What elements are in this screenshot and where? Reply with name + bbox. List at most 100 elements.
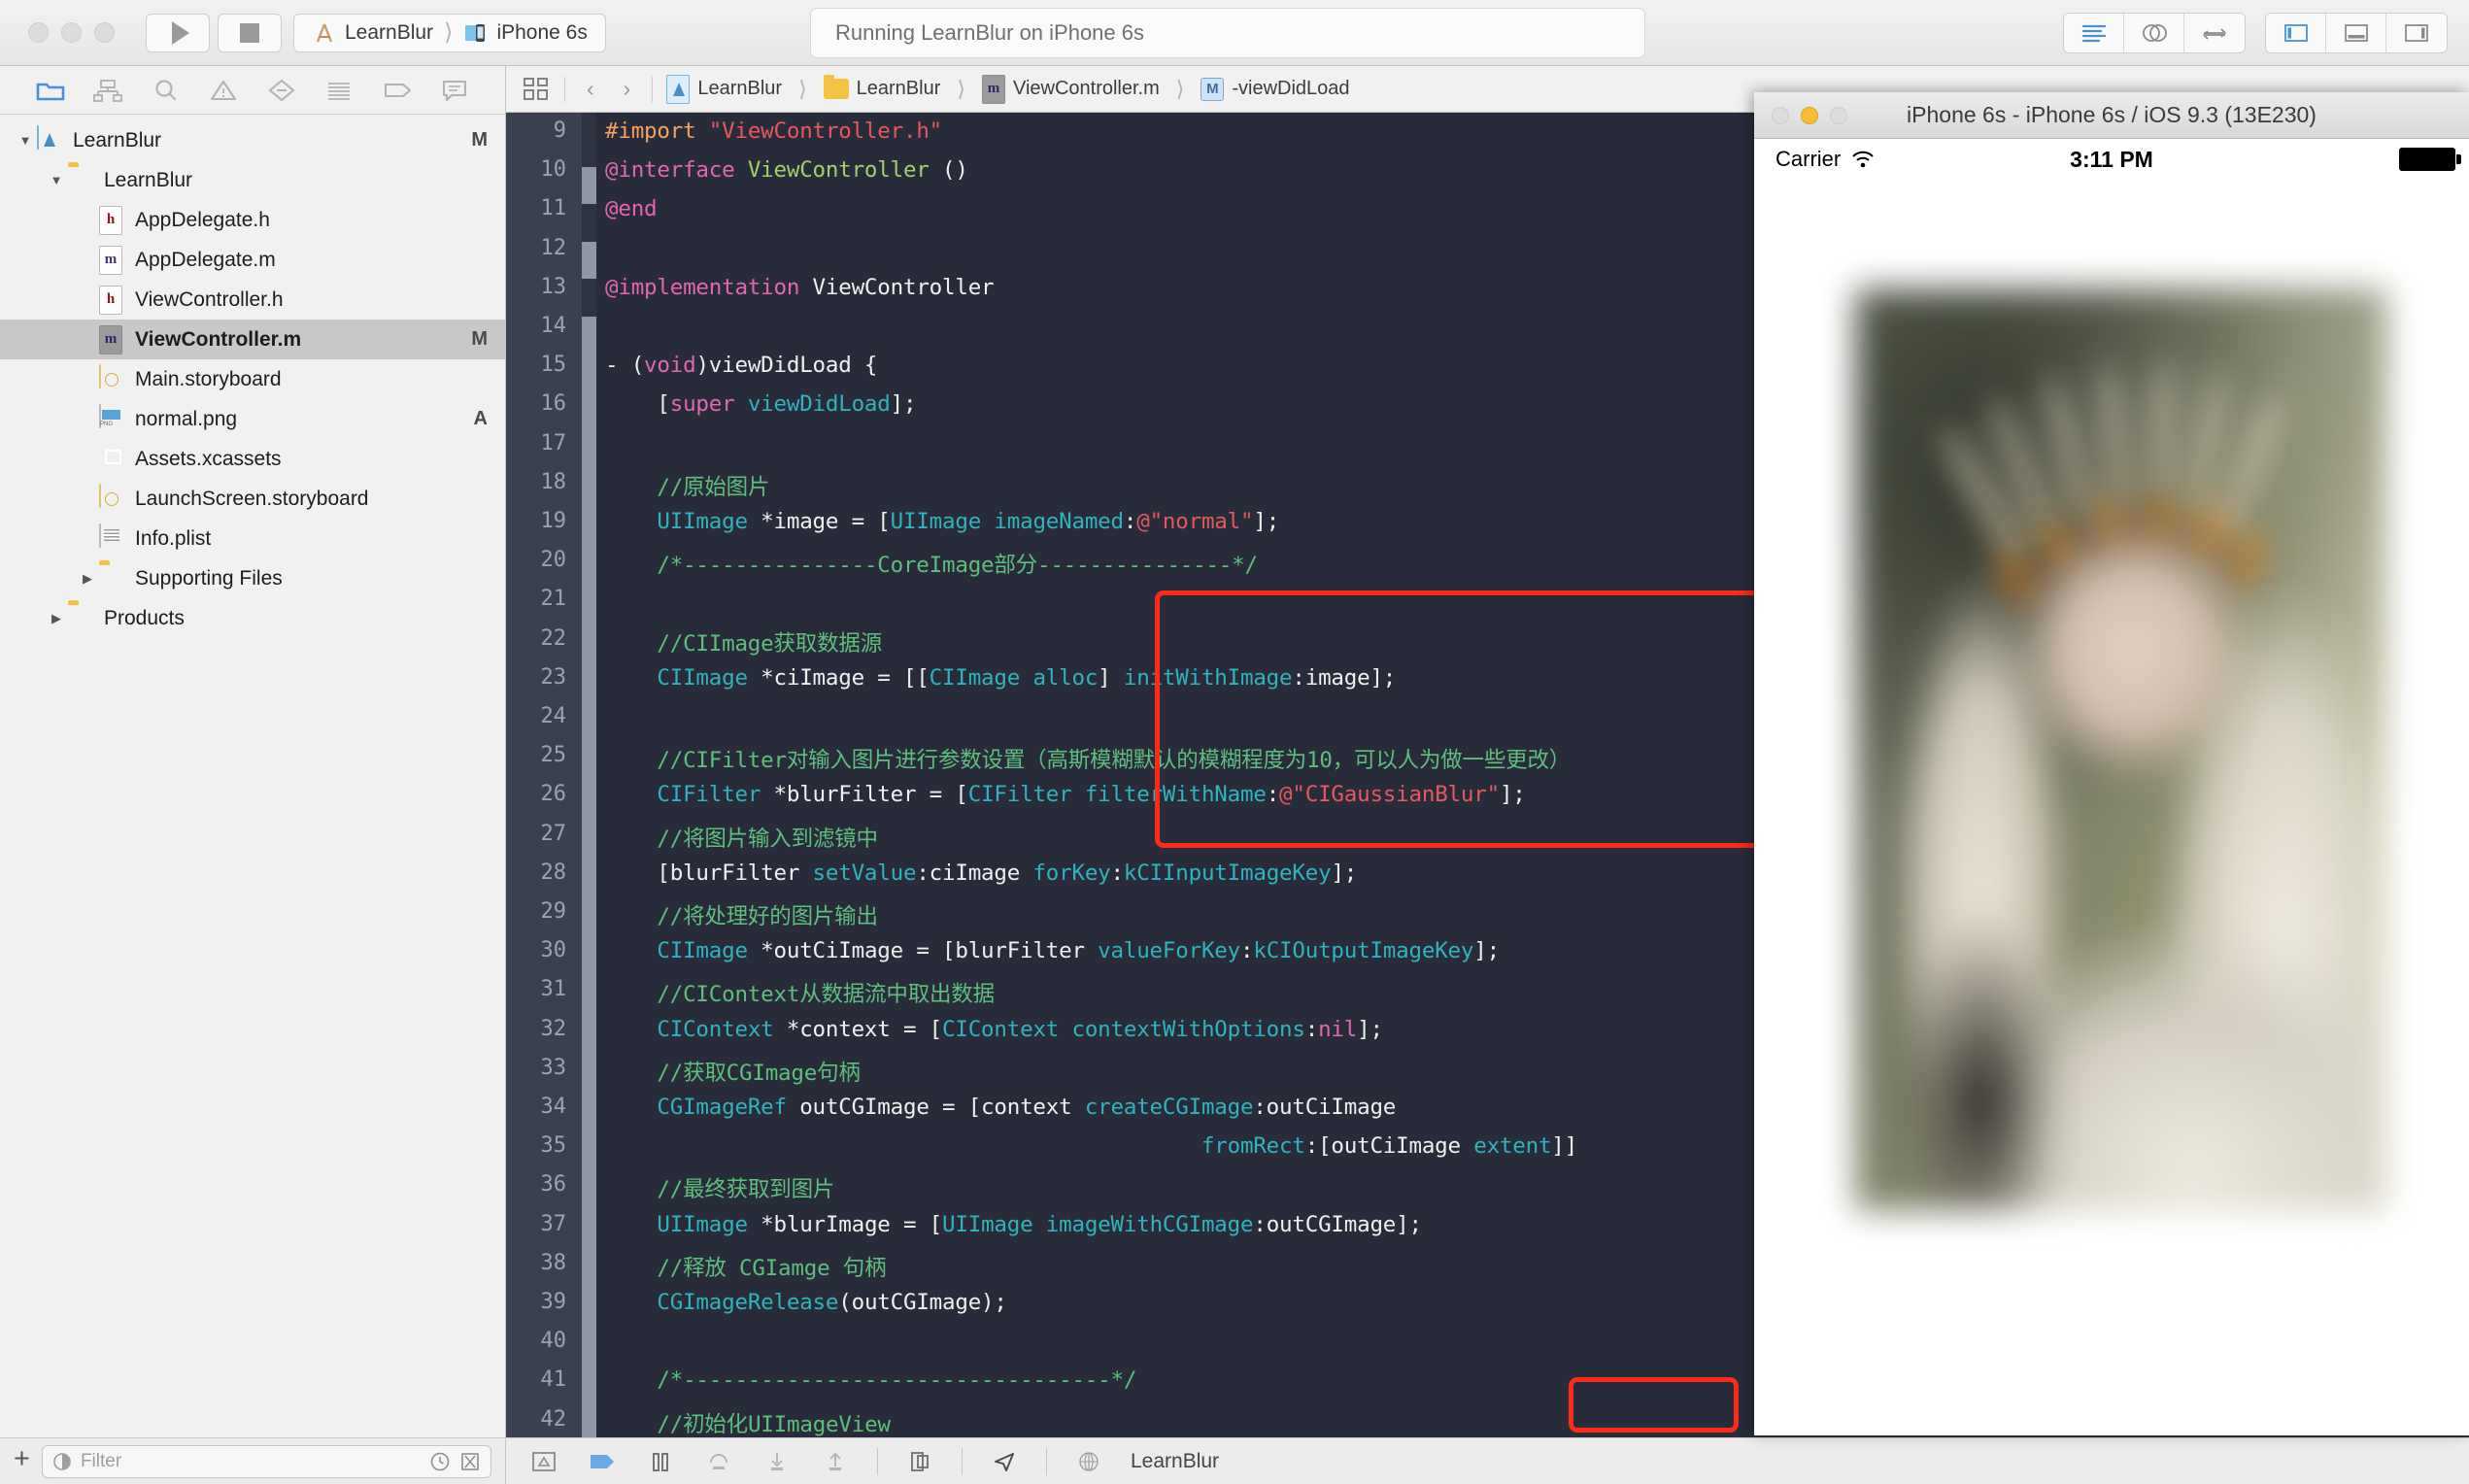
code-token: [blurFilter xyxy=(605,860,813,886)
scheme-selector[interactable]: LearnBlur ⟩ iPhone 6s xyxy=(293,14,606,52)
code-line[interactable]: CIFilter *blurFilter = [CIFilter filterW… xyxy=(605,782,1526,807)
line-number: 24 xyxy=(506,704,566,728)
sidebar-tab-symbol-navigator[interactable] xyxy=(88,74,127,107)
sidebar-tab-debug-navigator[interactable] xyxy=(320,74,358,107)
breadcrumb-item-group[interactable]: LearnBlur xyxy=(824,78,941,100)
code-line[interactable]: CIImage *outCiImage = [blurFilter valueF… xyxy=(605,938,1500,963)
sidebar-tab-report-navigator[interactable] xyxy=(435,74,474,107)
code-line[interactable]: //原始图片 xyxy=(605,470,769,501)
minimize-button[interactable] xyxy=(61,22,82,43)
tree-row[interactable]: Main.storyboard xyxy=(0,359,505,399)
sidebar-tab-issue-navigator[interactable] xyxy=(204,74,243,107)
standard-editor-button[interactable] xyxy=(2064,14,2124,52)
disclosure-triangle-icon[interactable]: ▶ xyxy=(45,611,68,626)
step-over-breakpoint-icon[interactable] xyxy=(586,1446,619,1477)
code-line[interactable]: //将处理好的图片输出 xyxy=(605,899,878,930)
project-file-tree[interactable]: ▼LearnBlurM▼LearnBlurhAppDelegate.hmAppD… xyxy=(0,115,505,1437)
code-line[interactable]: //CIImage获取数据源 xyxy=(605,626,882,658)
tree-row[interactable]: Assets.xcassets xyxy=(0,439,505,479)
toggle-utilities-button[interactable] xyxy=(2386,14,2447,52)
location-simulate-icon[interactable] xyxy=(988,1446,1021,1477)
tree-row[interactable]: ▶Products xyxy=(0,598,505,638)
code-line[interactable]: /*---------------------------------*/ xyxy=(605,1367,1136,1393)
breadcrumb-item-method[interactable]: M -viewDidLoad xyxy=(1201,78,1349,101)
code-token: : xyxy=(1111,860,1124,886)
line-number: 12 xyxy=(506,236,566,260)
stop-button[interactable] xyxy=(218,14,282,52)
related-files-icon[interactable] xyxy=(522,76,551,103)
source-control-icon[interactable] xyxy=(459,1451,481,1472)
code-line[interactable]: //将图片输入到滤镜中 xyxy=(605,822,878,853)
step-into-icon[interactable] xyxy=(761,1446,794,1477)
step-over-icon[interactable] xyxy=(702,1446,735,1477)
disclosure-triangle-icon[interactable]: ▼ xyxy=(14,133,37,148)
disclosure-triangle-icon[interactable]: ▶ xyxy=(76,571,99,587)
code-token: )viewDidLoad { xyxy=(695,353,877,378)
add-file-button[interactable]: + xyxy=(14,1445,30,1478)
simulator-screen[interactable] xyxy=(1754,180,2469,1435)
tree-row[interactable]: ▼LearnBlurM xyxy=(0,120,505,160)
sidebar-tab-test-navigator[interactable] xyxy=(262,74,301,107)
tree-row[interactable]: Info.plist xyxy=(0,519,505,558)
code-line[interactable]: //获取CGImage句柄 xyxy=(605,1056,861,1087)
filter-field[interactable]: Filter xyxy=(42,1445,491,1478)
breadcrumb-item-project[interactable]: LearnBlur xyxy=(666,75,782,104)
toggle-navigator-button[interactable] xyxy=(2266,14,2326,52)
sidebar-tab-project-navigator[interactable] xyxy=(31,74,70,107)
code-line[interactable]: //初始化UIImageView xyxy=(605,1407,891,1437)
code-token: #import xyxy=(605,118,709,144)
breadcrumb-chevron-3-icon: ⟩ xyxy=(1176,77,1185,102)
code-line[interactable]: //CIContext从数据流中取出数据 xyxy=(605,977,995,1008)
code-line[interactable]: - (void)viewDidLoad { xyxy=(605,353,877,378)
tree-item-label: ViewController.m xyxy=(135,328,301,352)
tree-item-label: LearnBlur xyxy=(104,169,192,192)
sidebar-tab-breakpoint-navigator[interactable] xyxy=(378,74,417,107)
navigate-forward-button[interactable]: › xyxy=(616,76,639,102)
code-line[interactable]: //CIFilter对输入图片进行参数设置（高斯模糊默认的模糊程度为10，可以人… xyxy=(605,743,1571,774)
toggle-debug-area-button[interactable] xyxy=(2326,14,2386,52)
tree-row[interactable]: ▶Supporting Files xyxy=(0,558,505,598)
code-line[interactable]: #import "ViewController.h" xyxy=(605,118,942,144)
zoom-button[interactable] xyxy=(94,22,115,43)
tree-row[interactable]: LaunchScreen.storyboard xyxy=(0,479,505,519)
tree-row[interactable]: mAppDelegate.m xyxy=(0,240,505,280)
code-line[interactable]: //释放 CGIamge 句柄 xyxy=(605,1251,886,1282)
code-line[interactable]: [blurFilter setValue:ciImage forKey:kCII… xyxy=(605,860,1357,886)
tree-row[interactable]: hViewController.h xyxy=(0,280,505,320)
stop-icon xyxy=(240,23,259,43)
recent-clock-icon[interactable] xyxy=(429,1451,451,1472)
run-button[interactable] xyxy=(146,14,210,52)
code-token: ]; xyxy=(1500,782,1526,807)
code-line[interactable]: @interface ViewController () xyxy=(605,157,968,183)
tree-row[interactable]: mViewController.mM xyxy=(0,320,505,359)
code-line[interactable]: //最终获取到图片 xyxy=(605,1172,834,1203)
view-hierarchy-icon[interactable] xyxy=(903,1446,936,1477)
code-line[interactable]: CGImageRef outCGImage = [context createC… xyxy=(605,1095,1396,1120)
tree-row[interactable]: hAppDelegate.h xyxy=(0,200,505,240)
navigate-back-button[interactable]: ‹ xyxy=(579,76,602,102)
disclosure-triangle-icon[interactable]: ▼ xyxy=(45,173,68,187)
debug-bar: LearnBlur xyxy=(506,1437,2469,1484)
impl-file-icon: m xyxy=(99,325,124,354)
step-out-icon[interactable] xyxy=(819,1446,852,1477)
tree-row[interactable]: normal.pngA xyxy=(0,399,505,439)
code-line[interactable]: CIImage *ciImage = [[CIImage alloc] init… xyxy=(605,665,1396,691)
code-line[interactable]: [super viewDidLoad]; xyxy=(605,391,916,417)
pause-icon[interactable] xyxy=(644,1446,677,1477)
close-button[interactable] xyxy=(28,22,49,43)
show-debug-area-icon[interactable] xyxy=(527,1446,560,1477)
code-line[interactable]: /*---------------CoreImage部分------------… xyxy=(605,548,1258,579)
code-line[interactable]: CIContext *context = [CIContext contextW… xyxy=(605,1017,1383,1042)
code-line[interactable]: UIImage *image = [UIImage imageNamed:@"n… xyxy=(605,509,1279,534)
simulator-scrollbar[interactable] xyxy=(2460,180,2469,1435)
code-line[interactable]: CGImageRelease(outCGImage); xyxy=(605,1290,1007,1315)
breadcrumb-item-file[interactable]: m ViewController.m xyxy=(982,75,1160,104)
code-line[interactable]: UIImage *blurImage = [UIImage imageWithC… xyxy=(605,1212,1422,1237)
tree-row[interactable]: ▼ LearnBlur xyxy=(0,160,505,200)
sidebar-tab-find-navigator[interactable] xyxy=(147,74,186,107)
code-line[interactable]: fromRect:[outCiImage extent]] xyxy=(605,1133,1577,1159)
assistant-editor-button[interactable] xyxy=(2124,14,2184,52)
code-line[interactable]: @end xyxy=(605,196,657,221)
version-editor-button[interactable] xyxy=(2184,14,2245,52)
code-line[interactable]: @implementation ViewController xyxy=(605,275,994,300)
